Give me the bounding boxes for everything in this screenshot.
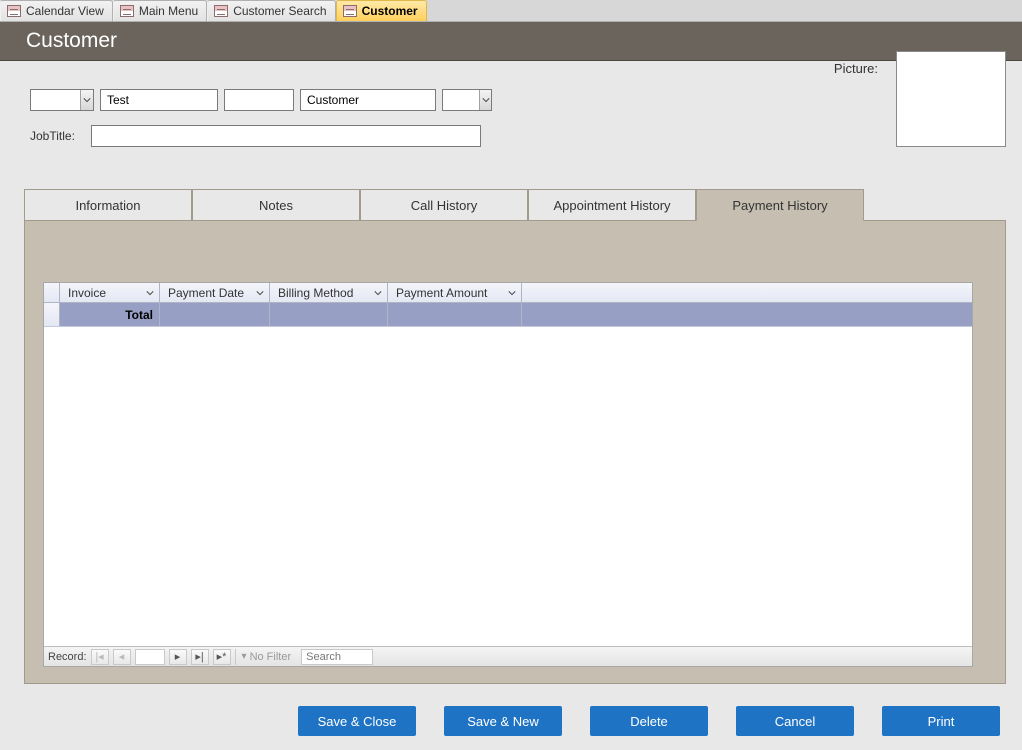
- tab-label: Appointment History: [553, 198, 670, 213]
- record-number-input[interactable]: [135, 649, 165, 665]
- grid-header: Invoice Payment Date Billing Method Paym…: [44, 283, 972, 303]
- col-invoice[interactable]: Invoice: [60, 283, 160, 302]
- total-label: Total: [125, 308, 153, 322]
- form-area: JobTitle: Picture:: [0, 61, 1022, 179]
- tab-payment-history[interactable]: Payment History: [696, 189, 864, 221]
- nav-next-button[interactable]: ▸: [169, 649, 187, 665]
- job-title-input[interactable]: [91, 125, 481, 147]
- window-tab-customer-search[interactable]: Customer Search: [207, 0, 335, 21]
- tab-notes[interactable]: Notes: [192, 189, 360, 221]
- funnel-icon: ▾: [242, 651, 247, 662]
- nav-new-button[interactable]: ▸*: [213, 649, 231, 665]
- form-icon: [214, 5, 228, 17]
- action-bar: Save & Close Save & New Delete Cancel Pr…: [0, 706, 1022, 736]
- tab-label: Information: [75, 198, 140, 213]
- record-navigator: Record: |◂ ◂ ▸ ▸| ▸* ▾ No Filter: [44, 646, 972, 666]
- total-cell: [160, 303, 270, 326]
- record-label: Record:: [48, 651, 87, 663]
- col-payment-date[interactable]: Payment Date: [160, 283, 270, 302]
- col-label: Payment Date: [168, 286, 244, 300]
- col-label: Payment Amount: [396, 286, 487, 300]
- cancel-button[interactable]: Cancel: [736, 706, 854, 736]
- tab-information[interactable]: Information: [24, 189, 192, 221]
- delete-button[interactable]: Delete: [590, 706, 708, 736]
- col-billing-method[interactable]: Billing Method: [270, 283, 388, 302]
- col-label: Billing Method: [278, 286, 353, 300]
- form-icon: [343, 5, 357, 17]
- filter-toggle[interactable]: ▾ No Filter: [235, 649, 298, 665]
- tab-filler: [864, 189, 1006, 221]
- nav-last-button[interactable]: ▸|: [191, 649, 209, 665]
- window-tab-label: Customer Search: [233, 4, 326, 18]
- grid-body[interactable]: [44, 327, 972, 646]
- form-icon: [7, 5, 21, 17]
- window-tab-label: Customer: [362, 4, 418, 18]
- save-new-button[interactable]: Save & New: [444, 706, 562, 736]
- suffix-combo[interactable]: [442, 89, 492, 111]
- record-search-input[interactable]: [301, 649, 373, 665]
- filter-label: No Filter: [250, 651, 292, 663]
- middle-name-input[interactable]: [224, 89, 294, 111]
- chevron-down-icon[interactable]: [255, 288, 265, 298]
- last-name-input[interactable]: [300, 89, 436, 111]
- chevron-down-icon[interactable]: [145, 288, 155, 298]
- save-close-button[interactable]: Save & Close: [298, 706, 416, 736]
- total-label-cell: Total: [60, 303, 160, 326]
- grid-select-all[interactable]: [44, 283, 60, 302]
- tab-headers: Information Notes Call History Appointme…: [24, 189, 1006, 221]
- chevron-down-icon[interactable]: [507, 288, 517, 298]
- suffix-input[interactable]: [443, 90, 479, 110]
- chevron-down-icon[interactable]: [479, 90, 491, 110]
- nav-first-button[interactable]: |◂: [91, 649, 109, 665]
- window-tab-main-menu[interactable]: Main Menu: [113, 0, 207, 21]
- total-cell: [270, 303, 388, 326]
- print-button[interactable]: Print: [882, 706, 1000, 736]
- tab-label: Notes: [259, 198, 293, 213]
- tab-label: Payment History: [732, 198, 827, 213]
- picture-box[interactable]: [896, 51, 1006, 147]
- tab-appointment-history[interactable]: Appointment History: [528, 189, 696, 221]
- page-title: Customer: [26, 29, 117, 53]
- tab-label: Call History: [411, 198, 477, 213]
- window-tab-label: Calendar View: [26, 4, 104, 18]
- window-tab-customer[interactable]: Customer: [336, 0, 427, 21]
- picture-label: Picture:: [834, 61, 878, 76]
- nav-prev-button[interactable]: ◂: [113, 649, 131, 665]
- chevron-down-icon[interactable]: [80, 90, 93, 110]
- grid-total-row: Total: [44, 303, 972, 327]
- col-payment-amount[interactable]: Payment Amount: [388, 283, 522, 302]
- window-tab-calendar-view[interactable]: Calendar View: [0, 0, 113, 21]
- window-tab-bar: Calendar View Main Menu Customer Search …: [0, 0, 1022, 22]
- job-title-label: JobTitle:: [30, 129, 75, 143]
- chevron-down-icon[interactable]: [373, 288, 383, 298]
- salutation-input[interactable]: [31, 90, 80, 110]
- payment-grid: Invoice Payment Date Billing Method Paym…: [43, 282, 973, 667]
- tab-call-history[interactable]: Call History: [360, 189, 528, 221]
- form-icon: [120, 5, 134, 17]
- tab-body: Invoice Payment Date Billing Method Paym…: [25, 222, 1005, 683]
- first-name-input[interactable]: [100, 89, 218, 111]
- tab-control: Information Notes Call History Appointme…: [24, 189, 1006, 684]
- total-cell: [388, 303, 522, 326]
- grid-row-selector[interactable]: [44, 303, 60, 326]
- col-label: Invoice: [68, 286, 106, 300]
- window-tab-label: Main Menu: [139, 4, 198, 18]
- salutation-combo[interactable]: [30, 89, 94, 111]
